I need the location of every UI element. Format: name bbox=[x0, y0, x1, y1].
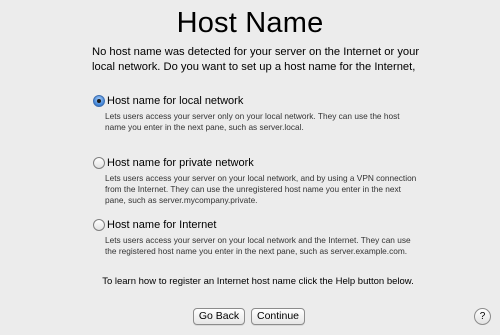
radio-local-network[interactable] bbox=[93, 95, 105, 107]
option-desc-private-network: Lets users access your server on your lo… bbox=[105, 173, 417, 205]
help-hint-text: To learn how to register an Internet hos… bbox=[102, 276, 414, 287]
option-private-network[interactable]: Host name for private network Lets users… bbox=[93, 156, 423, 206]
intro-text: No host name was detected for your serve… bbox=[92, 46, 420, 73]
help-button[interactable]: ? bbox=[474, 308, 491, 325]
option-label-private-network[interactable]: Host name for private network bbox=[107, 157, 254, 169]
radio-private-network[interactable] bbox=[93, 157, 105, 169]
option-desc-internet: Lets users access your server on your lo… bbox=[105, 235, 411, 256]
option-label-internet[interactable]: Host name for Internet bbox=[107, 219, 216, 231]
option-label-local-network[interactable]: Host name for local network bbox=[107, 95, 243, 107]
option-internet[interactable]: Host name for Internet Lets users access… bbox=[93, 218, 423, 257]
go-back-button[interactable]: Go Back bbox=[193, 308, 245, 325]
option-desc-local-network: Lets users access your server only on yo… bbox=[105, 111, 400, 132]
radio-internet[interactable] bbox=[93, 219, 105, 231]
page-title: Host Name bbox=[176, 7, 324, 39]
continue-button[interactable]: Continue bbox=[251, 308, 305, 325]
option-local-network[interactable]: Host name for local network Lets users a… bbox=[93, 94, 423, 133]
